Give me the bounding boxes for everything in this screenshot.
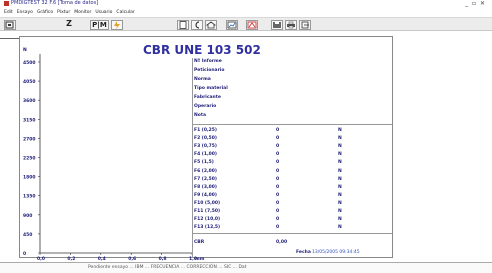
divider-bottom [192, 233, 392, 234]
app-window: { "window": { "title": "PMDIGTEST 32 F.6… [0, 0, 492, 273]
reading-label: F13 (12,5) [194, 225, 221, 231]
y-tick-label: 2250 [23, 156, 36, 162]
cbr-label: CBR [194, 240, 205, 245]
report-field-label: Nº Informe [194, 59, 222, 64]
reading-unit: N [338, 168, 342, 174]
y-tick-label: 900 [23, 213, 32, 219]
reading-label: F8 (3,00) [194, 184, 217, 190]
y-tick-label: 450 [23, 232, 32, 238]
reading-label: F4 (1,00) [194, 152, 217, 158]
reading-label: F3 (0,75) [194, 144, 217, 150]
reading-value: 0 [276, 136, 280, 142]
cbr-value: 0,00 [276, 240, 288, 245]
report-field-label: Fabricante [194, 95, 221, 100]
reading-unit: N [338, 209, 342, 214]
reading-value: 0 [276, 176, 280, 182]
reading-value: 0 [276, 128, 280, 133]
report-field-label: Peticionario [194, 68, 225, 73]
reading-value: 0 [276, 184, 280, 190]
reading-label: F7 (2,50) [194, 176, 217, 182]
reading-unit: N [338, 144, 342, 150]
reading-value: 0 [276, 200, 280, 206]
date-label: Fecha [296, 250, 311, 255]
y-tick-label: 3600 [23, 98, 36, 104]
reading-label: F6 (2,00) [194, 168, 217, 174]
reading-label: F1 (0,25) [194, 128, 217, 133]
report-field-label: Nota [194, 113, 207, 118]
y-unit-label: N [23, 47, 27, 53]
reading-label: F9 (4,00) [194, 192, 217, 198]
y-tick-label: 4050 [23, 79, 36, 85]
y-tick-label: 1800 [23, 175, 36, 181]
y-tick-label: 1350 [23, 194, 36, 200]
reading-unit: N [338, 225, 342, 231]
reading-value: 0 [276, 225, 280, 231]
reading-unit: N [338, 184, 342, 190]
reading-unit: N [338, 136, 342, 142]
reading-value: 0 [276, 192, 280, 198]
reading-value: 0 [276, 209, 280, 214]
date-value: 13/05/2005 09:34:45 [312, 250, 360, 255]
reading-value: 0 [276, 217, 280, 223]
reading-unit: N [338, 128, 342, 133]
y-tick-label: 3150 [23, 117, 36, 123]
y-tick-label: 0 [23, 251, 26, 257]
reading-value: 0 [276, 160, 280, 166]
reading-value: 0 [276, 144, 280, 150]
reading-unit: N [338, 217, 342, 223]
reading-label: F2 (0,50) [194, 136, 217, 142]
reading-value: 0 [276, 152, 280, 158]
divider-top [192, 124, 392, 125]
reading-unit: N [338, 152, 342, 158]
y-tick-label: 4500 [23, 60, 36, 66]
reading-label: F12 (10,0) [194, 217, 221, 223]
reading-unit: N [338, 192, 342, 198]
status-bar: Pendiente ensayo ... IBM ... FRECUENCIA … [0, 262, 492, 273]
report-field-label: Norma [194, 77, 211, 82]
reading-unit: N [338, 200, 342, 206]
reading-unit: N [338, 160, 342, 166]
reading-label: F11 (7,50) [194, 209, 221, 214]
reading-label: F10 (5,00) [194, 200, 221, 206]
report-field-label: Tipo material [194, 86, 228, 91]
reading-unit: N [338, 176, 342, 182]
report-field-label: Operario [194, 104, 217, 109]
reading-label: F5 (1,5) [194, 160, 214, 166]
reading-value: 0 [276, 168, 280, 174]
status-text: Pendiente ensayo ... IBM ... FRECUENCIA … [88, 265, 247, 270]
y-tick-label: 2700 [23, 136, 36, 142]
